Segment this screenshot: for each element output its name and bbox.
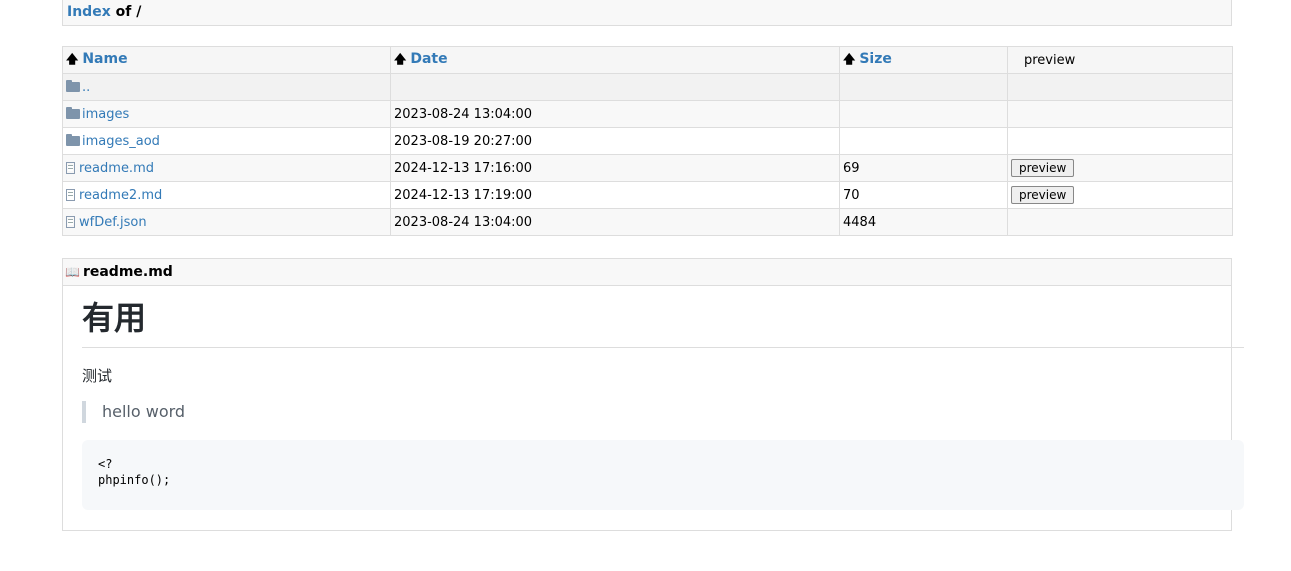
folder-icon	[66, 106, 80, 119]
name-cell: readme.md	[62, 154, 391, 182]
markdown-content: 有用 测试 hello word <? phpinfo();	[82, 287, 1244, 510]
sort-name-link[interactable]: Name	[82, 51, 127, 67]
book-icon: 📖	[65, 265, 80, 279]
arrow-up-icon: 🡅	[66, 51, 79, 66]
readme-header: 📖 readme.md	[63, 259, 1231, 286]
md-code-block: <? phpinfo();	[82, 440, 1244, 510]
md-blockquote: hello word	[82, 401, 1244, 423]
name-cell: images_aod	[62, 127, 391, 155]
preview-cell: preview	[1007, 154, 1233, 182]
arrow-up-icon: 🡅	[843, 51, 856, 66]
file-link[interactable]: images	[82, 107, 129, 122]
name-cell: ..	[62, 73, 391, 101]
size-cell	[839, 127, 1008, 155]
size-cell: 4484	[839, 208, 1008, 236]
preview-cell: preview	[1007, 181, 1233, 209]
sort-date-header[interactable]: 🡅 Date	[390, 46, 840, 74]
file-icon	[66, 189, 75, 201]
md-heading: 有用	[82, 299, 1244, 348]
size-cell	[839, 73, 1008, 101]
readme-filename: readme.md	[82, 264, 173, 280]
name-cell: wfDef.json	[62, 208, 391, 236]
date-cell: 2023-08-24 13:04:00	[390, 208, 840, 236]
table-row: images 2023-08-24 13:04:00	[62, 100, 1233, 128]
file-table: 🡅 Name 🡅 Date 🡅 Size preview .. images 2023…	[62, 46, 1233, 236]
file-link[interactable]: readme.md	[79, 161, 154, 176]
title-of: of	[115, 4, 132, 20]
preview-cell	[1007, 73, 1233, 101]
preview-button[interactable]: preview	[1011, 186, 1075, 204]
file-link[interactable]: wfDef.json	[79, 215, 147, 230]
sort-name-header[interactable]: 🡅 Name	[62, 46, 391, 74]
size-cell: 69	[839, 154, 1008, 182]
sort-date-link[interactable]: Date	[410, 51, 447, 67]
preview-button[interactable]: preview	[1011, 159, 1075, 177]
folder-icon	[66, 79, 80, 92]
table-row: images_aod 2023-08-19 20:27:00	[62, 127, 1233, 155]
sort-size-header[interactable]: 🡅 Size	[839, 46, 1008, 74]
date-cell: 2023-08-24 13:04:00	[390, 100, 840, 128]
preview-cell	[1007, 127, 1233, 155]
preview-header: preview	[1007, 46, 1233, 74]
page-title: Index of /	[62, 0, 1232, 26]
folder-icon	[66, 133, 80, 146]
file-link[interactable]: images_aod	[82, 134, 160, 149]
preview-cell	[1007, 100, 1233, 128]
table-row: readme.md 2024-12-13 17:16:00 69 preview	[62, 154, 1233, 182]
file-icon	[66, 216, 75, 228]
size-cell: 70	[839, 181, 1008, 209]
date-cell: 2024-12-13 17:16:00	[390, 154, 840, 182]
table-row: readme2.md 2024-12-13 17:19:00 70 previe…	[62, 181, 1233, 209]
size-cell	[839, 100, 1008, 128]
table-row: wfDef.json 2023-08-24 13:04:00 4484	[62, 208, 1233, 236]
index-link[interactable]: Index	[67, 4, 111, 20]
sort-size-link[interactable]: Size	[859, 51, 892, 67]
md-paragraph: 测试	[82, 367, 113, 385]
arrow-up-icon: 🡅	[394, 51, 407, 66]
title-path: /	[136, 4, 142, 20]
name-cell: images	[62, 100, 391, 128]
date-cell: 2024-12-13 17:19:00	[390, 181, 840, 209]
readme-panel: 📖 readme.md 有用 测试 hello word <? phpinfo()…	[62, 258, 1244, 531]
file-icon	[66, 162, 75, 174]
file-link[interactable]: ..	[82, 80, 90, 95]
name-cell: readme2.md	[62, 181, 391, 209]
date-cell: 2023-08-19 20:27:00	[390, 127, 840, 155]
date-cell	[390, 73, 840, 101]
preview-cell	[1007, 208, 1233, 236]
table-row: ..	[62, 73, 1233, 101]
file-link[interactable]: readme2.md	[79, 188, 162, 203]
